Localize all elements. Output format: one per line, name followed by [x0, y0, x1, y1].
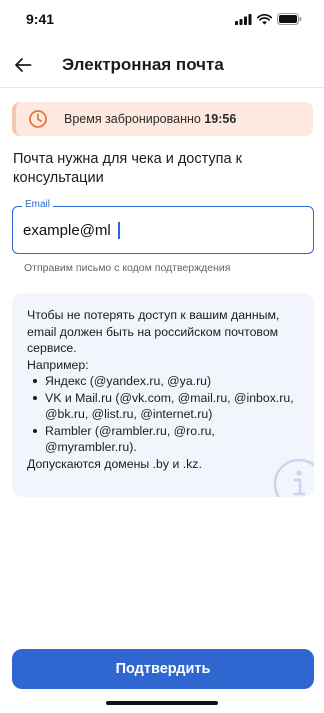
status-icons — [235, 13, 302, 25]
status-bar: 9:41 — [0, 0, 324, 40]
confirm-button[interactable]: Подтвердить — [12, 649, 314, 689]
list-item: Rambler (@rambler.ru, @ro.ru, @myrambler… — [27, 423, 309, 456]
header: Электронная почта — [0, 44, 324, 88]
home-indicator — [106, 701, 218, 705]
page-title: Электронная почта — [62, 55, 224, 74]
info-intro: Чтобы не потерять доступ к вашим данным,… — [27, 308, 280, 355]
email-field[interactable]: Email — [12, 199, 314, 254]
timer-text: Время забронированно 19:56 — [64, 112, 236, 126]
booking-timer-banner: Время забронированно 19:56 — [12, 102, 313, 136]
text-caret — [118, 222, 120, 239]
helper-text: Отправим письмо с кодом подтверждения — [24, 262, 231, 274]
list-item: VK и Mail.ru (@vk.com, @mail.ru, @inbox.… — [27, 390, 309, 423]
info-icon — [273, 458, 314, 497]
email-field-label: Email — [22, 199, 54, 211]
back-button[interactable] — [10, 52, 36, 78]
info-text: Чтобы не потерять доступ к вашим данным,… — [27, 307, 309, 472]
info-panel: Чтобы не потерять доступ к вашим данным,… — [12, 293, 314, 497]
wifi-icon — [257, 13, 272, 24]
email-input[interactable] — [23, 219, 293, 241]
timer-label: Время забронированно — [64, 112, 205, 126]
intro-text: Почта нужна для чека и доступа к консуль… — [13, 151, 242, 186]
clock-icon — [28, 109, 48, 129]
timer-time: 19:56 — [204, 112, 237, 126]
signal-icon — [235, 13, 252, 25]
info-list: Яндекс (@yandex.ru, @ya.ru) VK и Mail.ru… — [27, 373, 309, 456]
battery-icon — [277, 13, 302, 25]
status-time: 9:41 — [26, 11, 55, 27]
info-example-heading: Например: — [27, 357, 89, 372]
arrow-left-icon — [15, 58, 32, 72]
info-footer: Допускаются домены .by и .kz. — [27, 456, 202, 471]
list-item: Яндекс (@yandex.ru, @ya.ru) — [27, 373, 309, 390]
